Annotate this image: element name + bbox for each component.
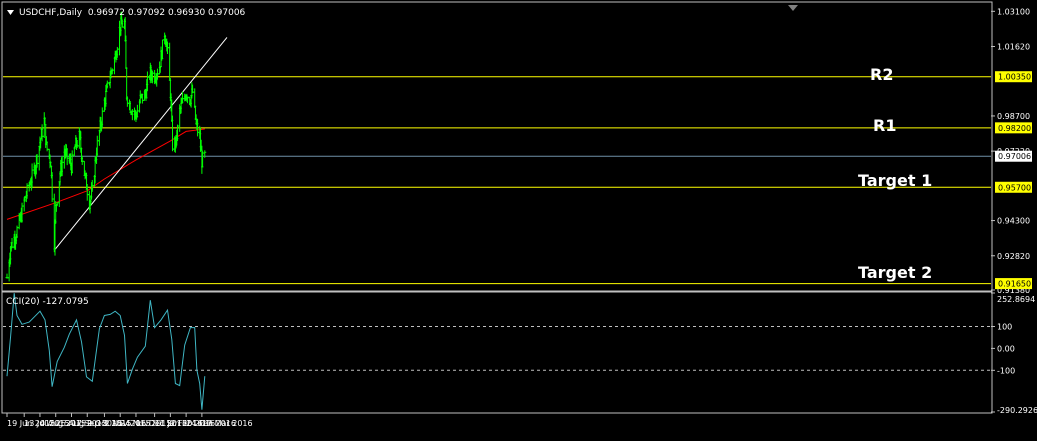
level-badge-label: 1.00350	[998, 73, 1031, 82]
level-badge-label: 0.97006	[998, 152, 1031, 161]
price-tick-label: 0.98700	[997, 112, 1030, 121]
cci-series-line	[6, 293, 206, 410]
annotation-r2: R2	[870, 65, 893, 84]
chart-header: USDCHF,Daily 0.96972 0.97092 0.96930 0.9…	[7, 8, 246, 18]
cci-tick-label: 0.00	[997, 344, 1015, 353]
cci-tick-label: -100	[997, 366, 1015, 375]
price-tick-label: 0.94300	[997, 217, 1030, 226]
price-bar	[125, 67, 129, 101]
cci-axis-ticks: 252.8694 100 0.00 -100 -290.2926	[991, 292, 1037, 415]
level-badge: 0.95700	[995, 181, 1032, 193]
cci-tick-label: 252.8694	[997, 295, 1035, 304]
symbol-line: USDCHF,Daily 0.96972 0.97092 0.96930 0.9…	[19, 8, 246, 18]
price-bar	[193, 88, 197, 109]
annotation-target-2: Target 2	[858, 263, 932, 282]
level-badge: 0.91650	[995, 278, 1032, 290]
level-badge-label: 0.91650	[998, 280, 1031, 289]
price-bar	[124, 35, 128, 69]
price-bars	[5, 11, 207, 282]
annotation-target-1: Target 1	[858, 171, 932, 190]
chart-canvas[interactable]: R2 R1 Target 1 Target 2 USDCHF,Daily 0.9…	[0, 0, 1037, 437]
main-panel: R2 R1 Target 1 Target 2 USDCHF,Daily 0.9…	[1, 1, 993, 292]
price-bar	[168, 42, 172, 81]
shift-marker-icon[interactable]	[788, 5, 798, 11]
cci-panel: CCI(20) -127.0795 252.8694 100 0.00 -100 -29…	[1, 291, 1037, 415]
annotation-r1: R1	[873, 116, 896, 135]
price-bar	[125, 96, 129, 107]
price-tick-label: 1.01620	[997, 43, 1030, 52]
level-annotations: R2 R1 Target 1 Target 2	[858, 65, 932, 282]
level-badge: 1.00350	[995, 71, 1032, 83]
chart-window: R2 R1 Target 1 Target 2 USDCHF,Daily 0.9…	[0, 0, 1037, 437]
price-tick-label: 1.03100	[997, 7, 1030, 16]
cci-tick-label: 100	[997, 322, 1012, 331]
cci-title: CCI(20) -127.0795	[6, 297, 89, 307]
cci-panel-frame	[1, 291, 993, 414]
cci-reference-lines	[3, 325, 991, 371]
price-tick-label: 0.92820	[997, 252, 1030, 261]
level-badge-label: 0.98200	[998, 124, 1031, 133]
level-badge-label: 0.95700	[998, 183, 1031, 192]
cci-line	[6, 293, 206, 410]
main-panel-frame	[1, 1, 993, 292]
level-badge: 0.98200	[995, 122, 1032, 134]
time-tick-label: 17 Mar 2016	[202, 419, 253, 428]
cci-tick-label: -290.2926	[997, 406, 1037, 415]
price-axis: 1.031001.016200.987000.972200.943000.928…	[991, 7, 1032, 295]
horizontal-levels	[3, 76, 991, 285]
time-axis: 19 Jun 201513 Jul 20154 Aug 201526 Aug 2…	[6, 413, 253, 428]
level-badge: 0.97006	[995, 150, 1032, 162]
collapse-triangle-icon[interactable]	[7, 10, 14, 15]
